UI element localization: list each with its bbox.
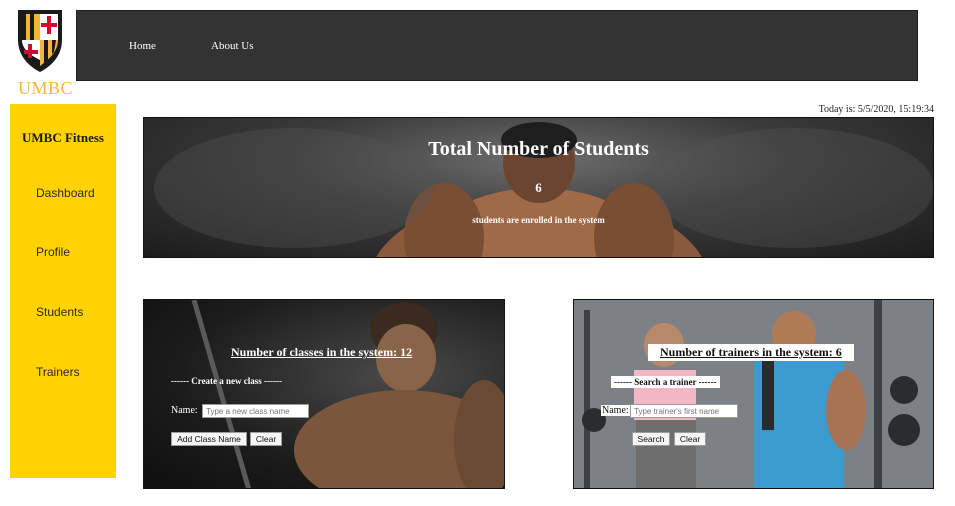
top-navbar: Home About Us bbox=[76, 10, 918, 81]
add-class-name-button[interactable]: Add Class Name bbox=[171, 432, 247, 446]
student-count: 6 bbox=[535, 180, 542, 195]
umbc-logo: UMBC bbox=[14, 6, 74, 98]
sidebar: UMBC Fitness Dashboard Profile Students … bbox=[10, 104, 116, 478]
banner-title: Total Number of Students bbox=[428, 138, 649, 160]
trainers-panel: Number of trainers in the system: 6 ----… bbox=[573, 299, 934, 489]
students-banner: Total Number of Students 6 students are … bbox=[143, 117, 934, 258]
trainer-name-label: Name: bbox=[601, 405, 630, 416]
sidebar-item-trainers[interactable]: Trainers bbox=[36, 365, 80, 379]
athlete-background-image bbox=[191, 300, 504, 488]
classes-count-heading: Number of classes in the system: 12 bbox=[231, 345, 413, 359]
search-trainer-button[interactable]: Search bbox=[632, 432, 670, 446]
clear-trainer-button[interactable]: Clear bbox=[674, 432, 706, 446]
current-datetime: Today is: 5/5/2020, 15:19:34 bbox=[818, 104, 934, 115]
nav-home-link[interactable]: Home bbox=[129, 40, 156, 52]
banner-subtitle: students are enrolled in the system bbox=[472, 215, 605, 225]
logo-wordmark: UMBC bbox=[18, 78, 74, 98]
sidebar-brand: UMBC Fitness bbox=[22, 130, 104, 145]
sidebar-item-profile[interactable]: Profile bbox=[36, 245, 70, 259]
clear-class-button[interactable]: Clear bbox=[250, 432, 282, 446]
trainers-count-heading: Number of trainers in the system: 6 bbox=[648, 344, 854, 361]
class-name-label: Name: bbox=[171, 405, 198, 416]
trainers-background-image bbox=[574, 300, 933, 488]
create-class-legend: ------ Create a new class ------ bbox=[171, 376, 283, 386]
search-trainer-legend: ------ Search a trainer ------ bbox=[611, 376, 720, 388]
sidebar-item-dashboard[interactable]: Dashboard bbox=[36, 186, 95, 200]
classes-panel: Number of classes in the system: 12 ----… bbox=[143, 299, 505, 489]
trainer-name-input[interactable] bbox=[630, 404, 738, 418]
class-name-input[interactable] bbox=[202, 404, 309, 418]
nav-about-us-link[interactable]: About Us bbox=[211, 40, 253, 52]
umbc-shield-icon bbox=[18, 10, 62, 72]
sidebar-item-students[interactable]: Students bbox=[36, 305, 83, 319]
